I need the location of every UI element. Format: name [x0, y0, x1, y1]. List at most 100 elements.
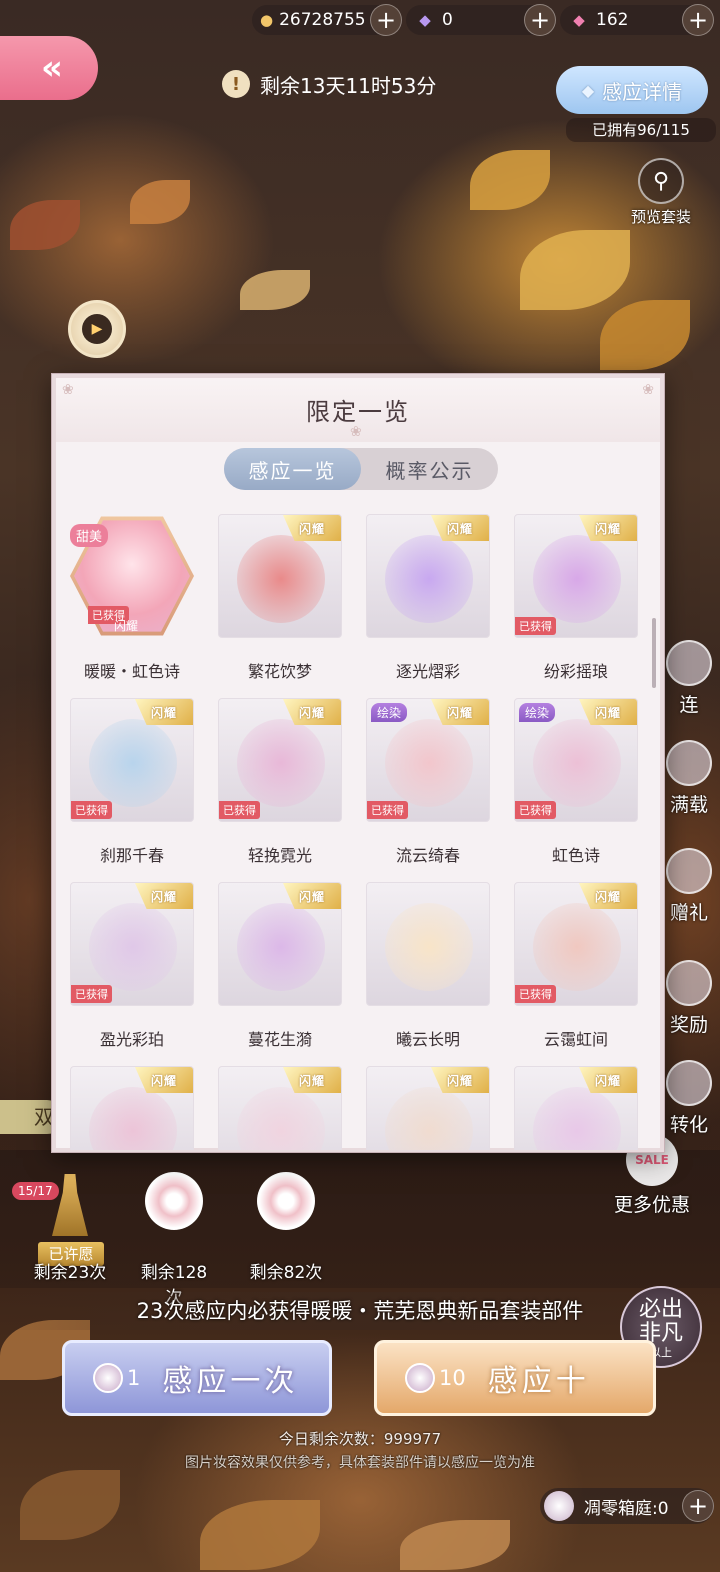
preview-suit-button[interactable]: ⚲ 预览套装	[620, 158, 702, 227]
suit-item-name: 刹那千春	[99, 846, 164, 865]
suit-item-card[interactable]: 闪耀 逐光熠彩	[366, 514, 490, 698]
back-button[interactable]: «	[0, 36, 98, 100]
suit-item-thumbnail: 闪耀	[514, 1066, 638, 1150]
suit-item-thumbnail: 闪耀 已获得	[514, 514, 638, 638]
suit-item-card[interactable]: 闪耀 已获得 纷彩摇琅	[514, 514, 638, 698]
suit-item-art	[533, 1087, 621, 1150]
suit-item-card[interactable]: 闪耀 绘染 已获得 虹色诗	[514, 698, 638, 882]
obtained-tag: 已获得	[515, 985, 556, 1003]
side-menu-icon	[666, 960, 712, 1006]
currency-diamond: ◆ 0 +	[406, 4, 556, 36]
dye-tag: 绘染	[371, 703, 408, 722]
side-menu-icon	[666, 640, 712, 686]
suit-item-card[interactable]: 闪耀 已获得 盈光彩珀	[70, 882, 194, 1066]
suit-item-art	[89, 1087, 177, 1150]
grid-scrollbar[interactable]	[652, 618, 656, 688]
diamond-icon: ◆	[419, 11, 431, 29]
crystal-ball-icon	[544, 1491, 574, 1521]
draw-once-cost: 1	[127, 1366, 141, 1390]
crystal-ball-icon	[93, 1363, 123, 1393]
side-menu-convert[interactable]: 转化	[658, 1060, 720, 1137]
obtained-tag: 已获得	[71, 985, 112, 1003]
leaf-decoration	[10, 200, 80, 250]
wish-remaining: 剩余82次	[249, 1263, 323, 1283]
suit-item-name: 曦云长明	[395, 1030, 460, 1049]
suit-item-art	[89, 719, 177, 807]
add-garden-button[interactable]: +	[682, 1490, 714, 1522]
side-menu-full[interactable]: 满载	[658, 740, 720, 817]
add-pink-diamond-button[interactable]: +	[682, 4, 714, 36]
wish-item-1[interactable]: 剩余23次	[30, 1172, 110, 1283]
suit-item-thumbnail: 闪耀	[366, 1066, 490, 1150]
draw-once-button[interactable]: 1 感应一次	[62, 1340, 332, 1416]
suit-item-art	[237, 719, 325, 807]
obtained-tag: 已获得	[515, 801, 556, 819]
side-menu-lian[interactable]: 连	[658, 640, 720, 717]
leaf-decoration	[20, 1470, 120, 1540]
suit-item-card[interactable]: 闪耀 已获得 轻挽霓光	[218, 698, 342, 882]
wish-remaining: 剩余23次	[33, 1263, 107, 1283]
side-menu-icon	[666, 848, 712, 894]
suit-item-card[interactable]: 闪耀	[366, 1066, 490, 1150]
add-gold-button[interactable]: +	[370, 4, 402, 36]
suit-item-thumbnail: 闪耀 绘染 已获得	[366, 698, 490, 822]
double-chevron-left-icon: «	[41, 48, 63, 88]
today-remaining: 今日剩余次数：999977	[278, 1430, 442, 1448]
side-menu-label: 满载	[669, 794, 708, 816]
suit-item-card[interactable]: 闪耀 繁花饮梦	[218, 514, 342, 698]
suit-item-thumbnail: 闪耀 已获得	[218, 698, 342, 822]
draw-ten-button[interactable]: 10 感应十	[374, 1340, 656, 1416]
wish-item-3[interactable]: 剩余82次	[246, 1172, 326, 1283]
suit-item-thumbnail: 闪耀	[70, 1066, 194, 1150]
suit-item-thumbnail: 闪耀	[366, 514, 490, 638]
suit-item-card[interactable]: 闪耀 蔓花生漪	[218, 882, 342, 1066]
obtained-tag: 已获得	[367, 801, 408, 819]
suit-item-name: 云霭虹间	[543, 1030, 608, 1049]
item-grid[interactable]: 甜美 已获得 闪耀 暖暖・虹色诗 闪耀 繁花饮梦 闪耀 逐光熠彩 闪耀 已获得 纷彩摇琅 闪耀 已获得刹…	[70, 514, 656, 1150]
suit-item-card[interactable]: 闪耀 已获得 刹那千春	[70, 698, 194, 882]
suit-item-card[interactable]: 闪耀 绘染 已获得 流云绮春	[366, 698, 490, 882]
tab-induction-list[interactable]: 感应一览	[224, 448, 361, 490]
disclaimer: 图片妆容效果仅供参考，具体套装部件请以感应一览为准	[185, 1455, 535, 1471]
suit-item-card[interactable]: 曦云长明	[366, 882, 490, 1066]
suit-item-card[interactable]: 闪耀	[70, 1066, 194, 1150]
suit-item-art	[237, 535, 325, 623]
suit-item-card[interactable]: 闪耀	[218, 1066, 342, 1150]
modal-tabs: 感应一览 概率公示	[224, 448, 498, 490]
suit-item-art	[89, 903, 177, 991]
suit-item-card[interactable]: 闪耀 已获得云霭虹间	[514, 882, 638, 1066]
suit-item-thumbnail: 闪耀	[218, 514, 342, 638]
leaf-decoration	[600, 300, 690, 370]
play-video-button[interactable]: ▶	[68, 300, 126, 358]
side-menu-icon	[666, 1060, 712, 1106]
flower-decoration-icon: ❀	[350, 424, 362, 440]
suit-item-art	[385, 535, 473, 623]
detail-button[interactable]: ◆ 感应详情	[556, 66, 708, 114]
suit-item-thumbnail: 闪耀 绘染 已获得	[514, 698, 638, 822]
tab-probability[interactable]: 概率公示	[361, 448, 498, 490]
suit-item-art	[385, 1087, 473, 1150]
suit-item-card[interactable]: 闪耀	[514, 1066, 638, 1150]
wish-item-2[interactable]: 剩余128次	[134, 1172, 214, 1308]
withered-garden[interactable]: 凋零箱庭:0 +	[540, 1488, 714, 1524]
obtained-tag: 已获得	[219, 801, 260, 819]
add-diamond-button[interactable]: +	[524, 4, 556, 36]
suit-item-art	[237, 903, 325, 991]
guarantee-text: 23次感应内必获得暖暖・荒芜恩典新品套装部件	[0, 1292, 720, 1330]
modal-header: ❀ ❀ 限定一览 ❀	[56, 378, 660, 442]
side-menu-label: 连	[679, 694, 699, 716]
hero-suit-portrait: 甜美 已获得 闪耀	[70, 514, 194, 638]
suit-item-thumbnail: 闪耀 已获得	[514, 882, 638, 1006]
suit-item-art	[533, 719, 621, 807]
suit-item-card[interactable]: 甜美 已获得 闪耀 暖暖・虹色诗	[70, 514, 194, 698]
suit-item-art	[533, 535, 621, 623]
obtained-tag: 已获得	[71, 801, 112, 819]
suit-item-thumbnail: 闪耀	[218, 882, 342, 1006]
side-menu-reward[interactable]: 奖励	[658, 960, 720, 1037]
gold-amount: 26728755	[279, 10, 366, 30]
leaf-decoration	[470, 150, 550, 210]
owned-count: 已拥有96/115	[566, 118, 716, 142]
side-menu-gift[interactable]: 赠礼	[658, 848, 720, 925]
countdown-text: 剩余13天11时53分	[260, 73, 437, 98]
wish-item-icon	[257, 1172, 315, 1230]
